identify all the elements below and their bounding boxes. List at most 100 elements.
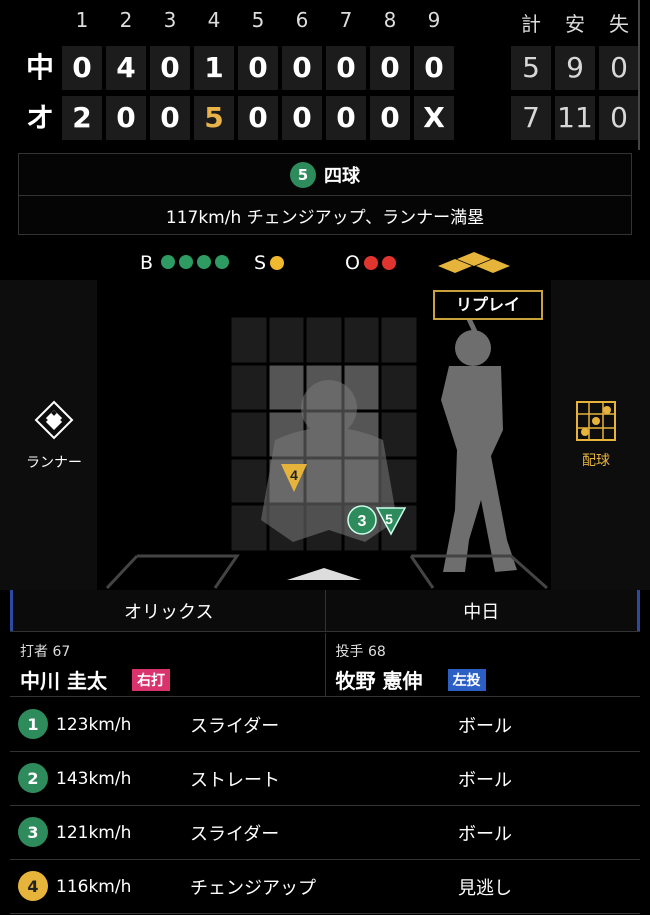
score-cell: 0 xyxy=(414,46,454,90)
strike-count: S xyxy=(254,249,285,277)
pitch-row[interactable]: 4 116km/h チェンジアップ 見逃し xyxy=(10,860,640,914)
play-description: 117km/h チェンジアップ、ランナー満塁 xyxy=(165,207,485,228)
score-cell: 2 xyxy=(62,96,102,140)
inning-header: 5 xyxy=(251,8,265,32)
tab-team-home[interactable]: オリックス xyxy=(10,590,326,631)
ball-dot xyxy=(161,255,176,269)
pitch-speed: 121km/h xyxy=(56,822,132,843)
inning-header: 6 xyxy=(295,8,309,32)
pitch-result: ボール xyxy=(458,769,512,791)
batter-role: 打者 67 xyxy=(20,641,315,661)
pitch-field-view: 4 3 5 ランナー 配球 xyxy=(0,280,650,590)
total-header-errors: 失 xyxy=(609,12,629,36)
pitch-number-badge: 2 xyxy=(18,763,48,793)
score-cell: 4 xyxy=(106,46,146,90)
total-hits: 9 xyxy=(555,46,595,90)
score-cell: 0 xyxy=(326,96,366,140)
total-runs: 7 xyxy=(511,96,551,140)
pitch-number-badge: 5 xyxy=(290,161,316,188)
score-cell: 1 xyxy=(194,46,234,90)
pitch-marker-3[interactable]: 3 xyxy=(347,505,377,535)
tab-team-away[interactable]: 中日 xyxy=(325,590,640,631)
pitch-marker-label: 3 xyxy=(358,513,367,530)
pitcher-name: 牧野 憲伸 xyxy=(335,669,423,693)
pitch-chart-button[interactable]: 配球 xyxy=(562,400,630,470)
pitcher-info[interactable]: 投手 68 牧野 憲伸 左投 xyxy=(326,633,641,696)
pitch-list: 1 123km/h スライダー ボール 2 143km/h ストレート ボール … xyxy=(10,698,640,914)
pitcher-role-label: 投手 xyxy=(335,644,364,660)
strike-dot xyxy=(270,256,285,270)
matchup-players: 打者 67 中川 圭太 右打 投手 68 牧野 憲伸 左投 xyxy=(10,633,640,697)
team-name-away: 中 xyxy=(25,51,54,84)
score-cell: 0 xyxy=(238,46,278,90)
score-cell: X xyxy=(414,96,454,140)
strike-label: S xyxy=(254,252,267,274)
score-cell: 0 xyxy=(150,46,190,90)
out-dot xyxy=(363,256,378,270)
runner-label: ランナー xyxy=(26,455,82,471)
pitch-result: 見逃し xyxy=(458,877,512,899)
play-result-box: 5 四球 117km/h チェンジアップ、ランナー満塁 xyxy=(18,153,632,235)
pitch-row[interactable]: 3 121km/h スライダー ボール xyxy=(10,806,640,860)
ball-dot xyxy=(215,255,230,269)
replay-button[interactable]: リプレイ xyxy=(433,290,543,320)
batter-view: 4 3 5 xyxy=(97,280,551,590)
score-cell: 0 xyxy=(282,96,322,140)
pitch-chart-label: 配球 xyxy=(582,453,610,469)
ball-dots xyxy=(157,252,230,274)
score-cell: 0 xyxy=(326,46,366,90)
batter-name: 中川 圭太 xyxy=(20,669,107,693)
ball-count: B xyxy=(140,249,230,277)
batter-info[interactable]: 打者 67 中川 圭太 右打 xyxy=(10,633,326,696)
score-cell: 0 xyxy=(62,46,102,90)
total-runs: 5 xyxy=(511,46,551,90)
runner-button[interactable]: ランナー xyxy=(20,398,88,472)
play-result-text: 四球 xyxy=(324,165,360,187)
batter-role-label: 打者 xyxy=(20,644,48,660)
inning-header: 7 xyxy=(339,8,353,32)
inning-header: 4 xyxy=(207,8,221,32)
strike-zone-graphic: 4 3 5 xyxy=(105,300,548,590)
inning-header: 8 xyxy=(383,8,397,32)
score-cell: 0 xyxy=(282,46,322,90)
score-cell: 0 xyxy=(106,96,146,140)
pitch-type: スライダー xyxy=(190,823,280,845)
pitch-row[interactable]: 2 143km/h ストレート ボール xyxy=(10,752,640,806)
pitch-number-badge: 1 xyxy=(18,709,48,739)
score-cell: 0 xyxy=(370,96,410,140)
score-cell-highlighted: 5 xyxy=(194,96,234,140)
pitch-speed: 116km/h xyxy=(56,876,132,897)
pitcher-number: 68 xyxy=(367,644,386,660)
pitch-number-badge: 3 xyxy=(18,817,48,847)
pitch-number-badge: 4 xyxy=(18,871,48,901)
pitch-speed: 123km/h xyxy=(56,714,132,735)
pitch-type: チェンジアップ xyxy=(190,877,316,899)
scoreboard-edge xyxy=(638,0,640,150)
pitcher-hand-badge: 左投 xyxy=(447,669,486,691)
team-name-home: オ xyxy=(25,101,54,134)
pitch-result: ボール xyxy=(458,715,512,737)
total-errors: 0 xyxy=(599,46,639,90)
ball-dot xyxy=(197,255,212,269)
pitch-result: ボール xyxy=(458,823,512,845)
pitch-row[interactable]: 1 123km/h スライダー ボール xyxy=(10,698,640,752)
batter-silhouette xyxy=(441,300,517,572)
diamond-icon xyxy=(34,400,74,440)
pitch-type: スライダー xyxy=(190,715,280,737)
inning-header: 3 xyxy=(163,8,177,32)
bases-indicator-icon xyxy=(438,252,510,273)
inning-header: 9 xyxy=(427,8,441,32)
pitcher-role: 投手 68 xyxy=(336,641,631,661)
out-dot xyxy=(381,256,396,270)
total-header-hits: 安 xyxy=(565,12,585,36)
pitch-chart-icon xyxy=(576,401,616,441)
total-errors: 0 xyxy=(599,96,639,140)
home-plate xyxy=(287,568,361,580)
pitch-marker-label: 5 xyxy=(385,511,393,527)
team-tabs: オリックス 中日 xyxy=(10,590,640,632)
batter-number: 67 xyxy=(52,644,71,660)
ball-label: B xyxy=(140,252,154,274)
pitch-speed: 143km/h xyxy=(56,768,132,789)
score-cell: 0 xyxy=(150,96,190,140)
ball-dot xyxy=(179,255,194,269)
